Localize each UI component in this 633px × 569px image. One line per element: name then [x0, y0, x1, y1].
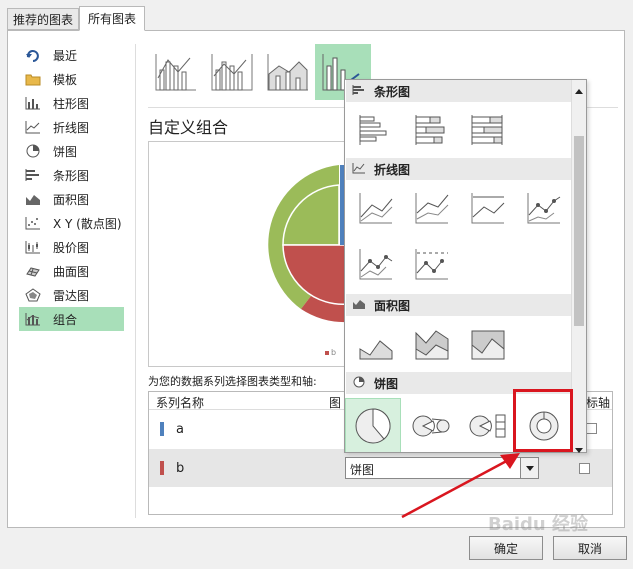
sidebar-item-label: 模板 [53, 72, 78, 87]
sidebar-item-bar[interactable]: 条形图 [19, 163, 124, 187]
area-chart-icon [21, 191, 45, 207]
dropdown-option-stacked-line[interactable] [407, 184, 457, 232]
radar-chart-icon [21, 287, 45, 303]
dropdown-option-100-stacked-line[interactable] [463, 184, 513, 232]
cancel-label: 取消 [577, 541, 602, 556]
tab-label: 所有图表 [87, 12, 136, 26]
sidebar-item-label: 最近 [53, 48, 78, 63]
bar-chart-icon [352, 84, 366, 99]
watermark: Baidu 经验 [488, 514, 589, 535]
legend-swatch [325, 351, 329, 355]
scatter-chart-icon [21, 215, 45, 231]
dropdown-option-100-stacked-line-with-markers[interactable] [407, 240, 457, 288]
dropdown-option-bar-of-pie[interactable] [463, 402, 513, 450]
dropdown-option-pie[interactable] [345, 398, 401, 452]
sidebar-item-radar[interactable]: 雷达图 [19, 283, 124, 307]
dropdown-option-100-stacked-area[interactable] [463, 320, 513, 368]
table-row: b 饼图 [149, 449, 612, 487]
sidebar-item-line[interactable]: 折线图 [19, 115, 124, 139]
sidebar-item-label: 饼图 [53, 144, 78, 159]
series-prompt: 为您的数据系列选择图表类型和轴: [148, 375, 317, 388]
scrollbar-thumb[interactable] [574, 136, 584, 326]
column-header-chart-type: 图 [329, 396, 342, 410]
sidebar-divider [135, 44, 136, 518]
sidebar-item-label: 组合 [53, 312, 78, 327]
dropdown-option-100-stacked-bar[interactable] [463, 106, 513, 154]
dropdown-option-stacked-bar[interactable] [407, 106, 457, 154]
column-header-secondary-axis: 标轴 [586, 396, 611, 410]
pie-chart-icon [352, 376, 366, 391]
dropdown-option-stacked-line-with-markers[interactable] [351, 240, 401, 288]
sidebar-item-label: X Y (散点图) [53, 216, 122, 231]
sidebar-item-label: 股价图 [53, 240, 90, 255]
column-header-series-name: 系列名称 [156, 396, 205, 410]
dropdown-section-title: 折线图 [374, 162, 411, 177]
sidebar-item-label: 雷达图 [53, 288, 90, 303]
bar-chart-icon [21, 167, 45, 183]
sidebar-item-label: 面积图 [53, 192, 90, 207]
dropdown-section-line: 折线图 [346, 158, 571, 180]
series-color-swatch [160, 422, 164, 436]
dropdown-section-title: 条形图 [374, 84, 411, 99]
recent-icon [21, 47, 45, 63]
sidebar-item-stock[interactable]: 股价图 [19, 235, 124, 259]
combo-stacked-area-column-thumb[interactable] [260, 44, 316, 100]
dropdown-option-stacked-area[interactable] [407, 320, 457, 368]
ok-button[interactable]: 确定 [469, 536, 543, 560]
dropdown-section-title: 面积图 [374, 298, 411, 313]
column-chart-icon [21, 95, 45, 111]
series-name: b [176, 461, 185, 476]
scroll-up-arrow-icon[interactable] [575, 83, 583, 97]
sidebar-item-area[interactable]: 面积图 [19, 187, 124, 211]
sidebar-item-templates[interactable]: 模板 [19, 67, 124, 91]
pie-chart-icon [21, 143, 45, 159]
dropdown-scrollbar[interactable] [571, 80, 586, 453]
series-color-swatch [160, 461, 164, 475]
dropdown-option-line-with-markers[interactable] [519, 184, 569, 232]
folder-icon [21, 71, 45, 87]
sidebar-item-recent[interactable]: 最近 [19, 43, 124, 67]
legend-label: b [331, 348, 337, 357]
sidebar-item-combo[interactable]: 组合 [19, 307, 124, 331]
scroll-down-arrow-icon[interactable] [575, 442, 583, 456]
combo-chart-icon [21, 311, 45, 327]
sidebar-item-label: 曲面图 [53, 264, 90, 279]
sidebar-item-label: 条形图 [53, 168, 90, 183]
secondary-axis-checkbox[interactable] [579, 463, 590, 474]
sidebar-item-label: 折线图 [53, 120, 90, 135]
dropdown-option-area[interactable] [351, 320, 401, 368]
sidebar-item-label: 柱形图 [53, 96, 90, 111]
highlight-box [513, 389, 573, 452]
dropdown-option-clustered-bar[interactable] [351, 106, 401, 154]
dropdown-section-title: 饼图 [374, 376, 399, 391]
chart-preview: b [148, 141, 348, 367]
area-chart-icon [352, 298, 366, 313]
stock-chart-icon [21, 239, 45, 255]
combo-column-line-secondary-thumb[interactable] [204, 44, 260, 100]
dropdown-section-area: 面积图 [346, 294, 571, 316]
legend-entry-b: b [325, 348, 336, 357]
tab-recommended-charts[interactable]: 推荐的图表 [7, 8, 79, 30]
sidebar-item-pie[interactable]: 饼图 [19, 139, 124, 163]
dropdown-option-line[interactable] [351, 184, 401, 232]
tab-label: 推荐的图表 [12, 12, 73, 27]
cancel-button[interactable]: 取消 [553, 536, 627, 560]
section-title: 自定义组合 [148, 118, 229, 137]
sidebar-item-surface[interactable]: 曲面图 [19, 259, 124, 283]
dropdown-section-bar: 条形图 [346, 80, 571, 102]
chart-type-select-value: 饼图 [350, 463, 375, 477]
dropdown-option-pie-of-pie[interactable] [407, 402, 457, 450]
surface-chart-icon [21, 263, 45, 279]
sidebar-item-column[interactable]: 柱形图 [19, 91, 124, 115]
combo-preview-chart [268, 165, 347, 323]
sidebar-item-scatter[interactable]: X Y (散点图) [19, 211, 124, 235]
series-name: a [176, 422, 184, 437]
tab-all-charts[interactable]: 所有图表 [79, 6, 145, 31]
ok-label: 确定 [493, 541, 518, 556]
combo-clustered-column-line-thumb[interactable] [148, 44, 204, 100]
line-chart-icon [21, 119, 45, 135]
line-chart-icon [352, 162, 366, 177]
secondary-axis-checkbox[interactable] [586, 423, 597, 434]
